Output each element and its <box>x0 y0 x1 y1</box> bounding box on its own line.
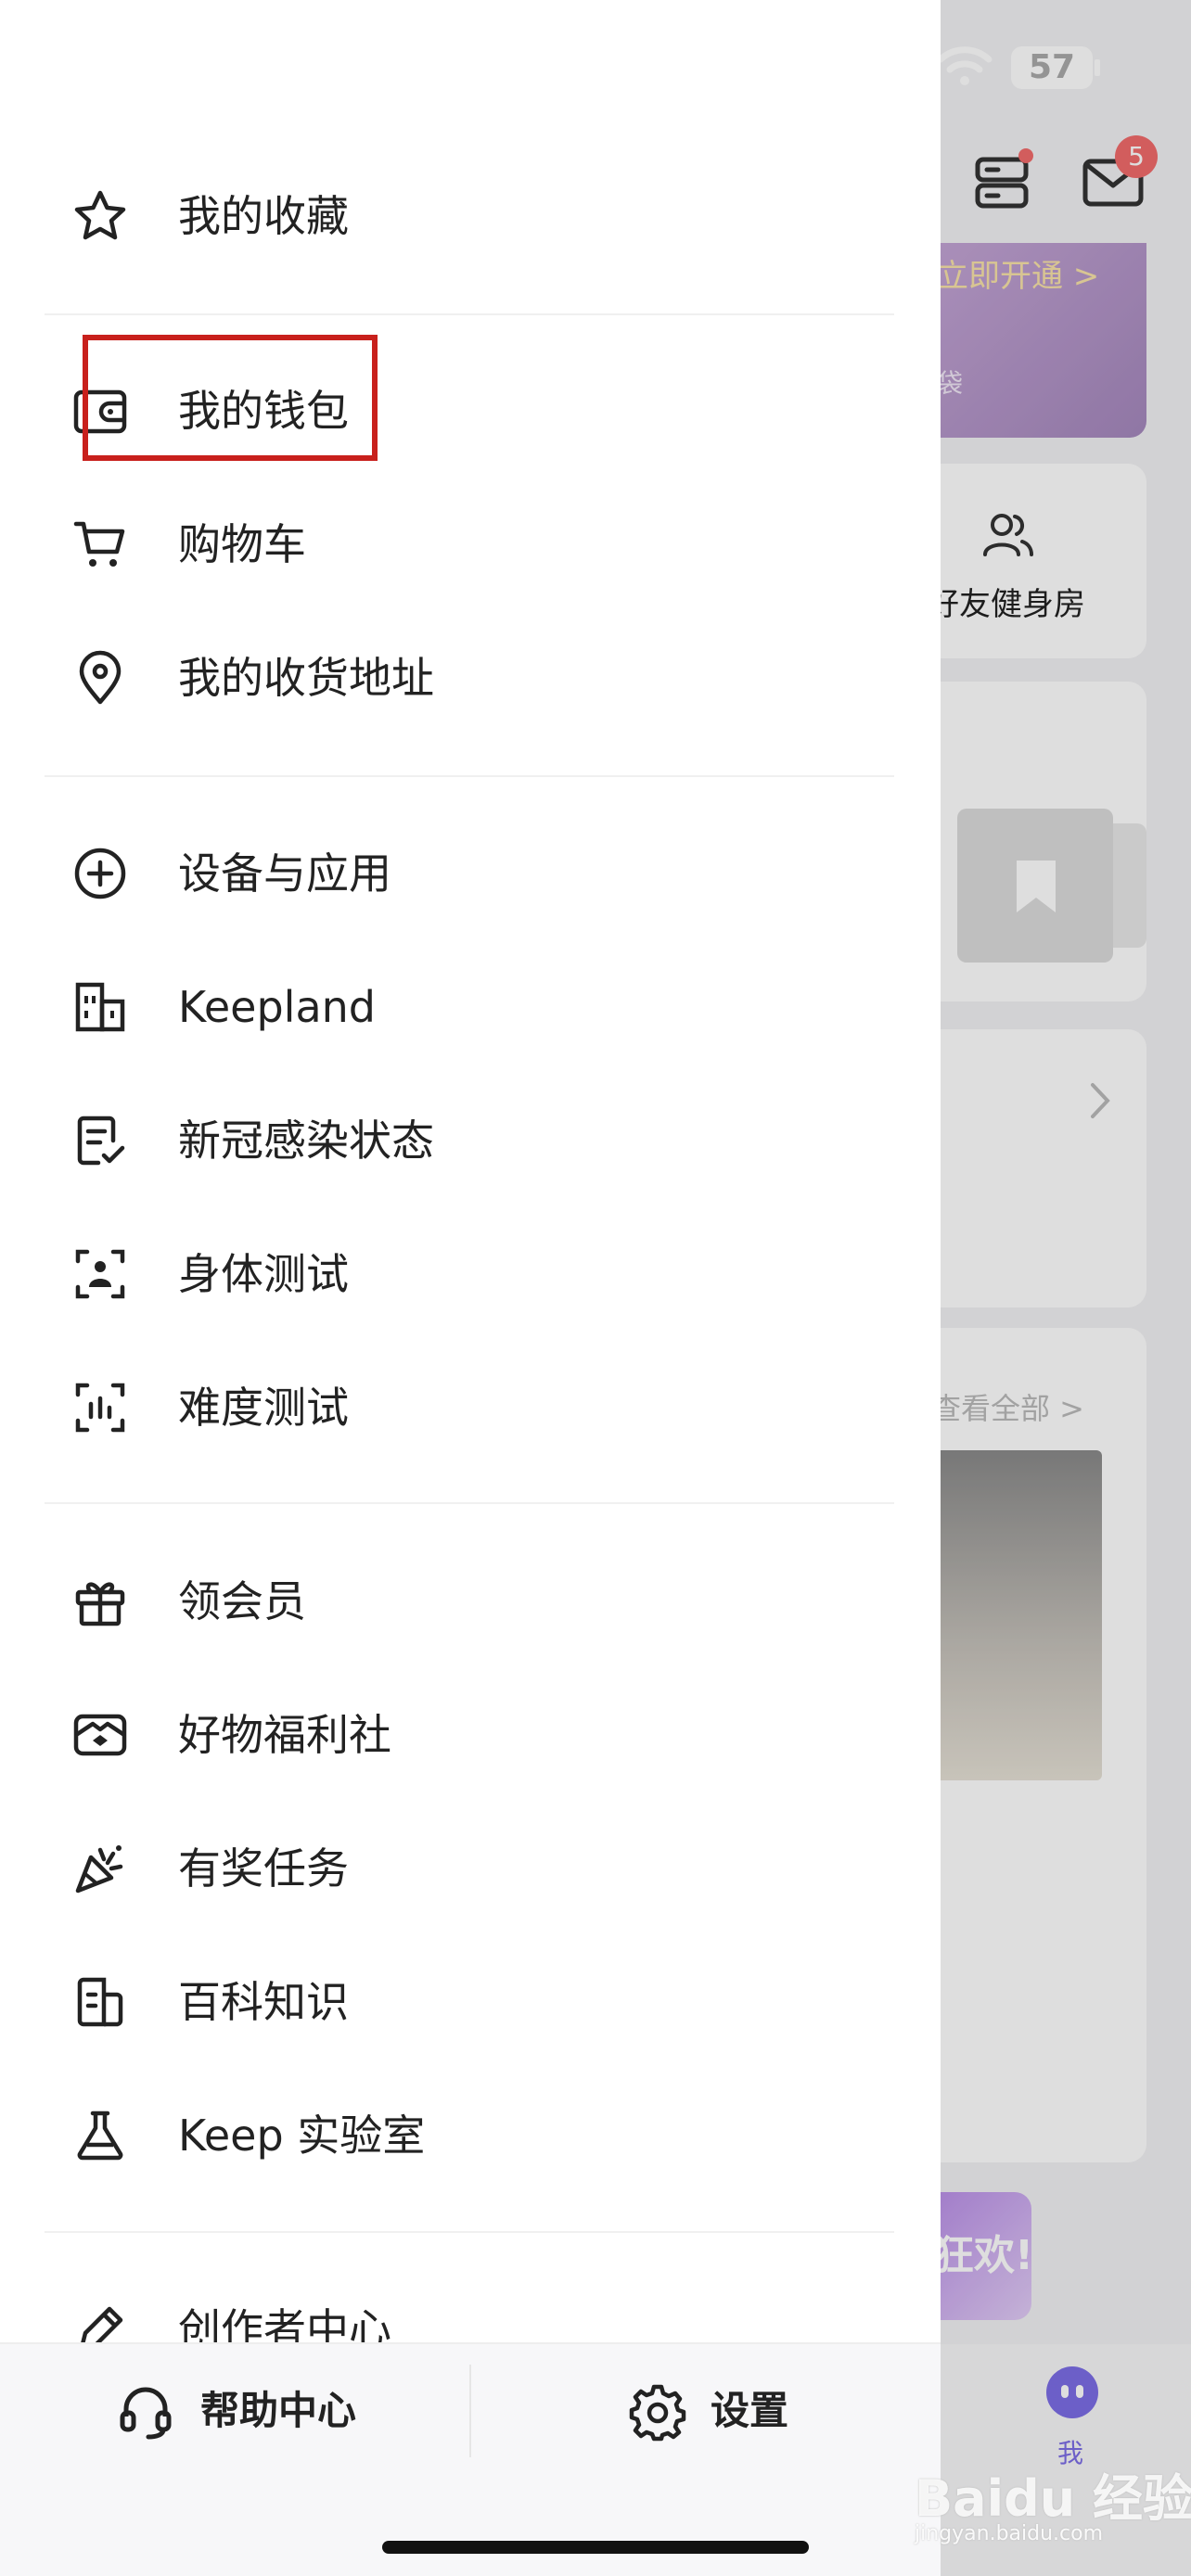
help-center-label: 帮助中心 <box>200 2388 357 2433</box>
divider <box>45 775 894 777</box>
menu-item-label: 身体测试 <box>178 1249 349 1299</box>
ticket-icon <box>73 1714 127 1756</box>
menu-item-difficulty-test[interactable]: 难度测试 <box>0 1352 941 1463</box>
menu-item-label: Keepland <box>178 982 376 1032</box>
encyclopedia-icon <box>77 1977 123 2027</box>
menu-item-reward-tasks[interactable]: 有奖任务 <box>0 1813 941 1924</box>
party-popper-icon <box>75 1845 123 1894</box>
menu-item-body-test[interactable]: 身体测试 <box>0 1218 941 1330</box>
highlight-box <box>83 335 378 461</box>
divider <box>45 313 894 315</box>
menu-item-covid-status[interactable]: 新冠感染状态 <box>0 1085 941 1196</box>
baidu-watermark: Baidu 经验 <box>915 2469 1191 2528</box>
divider <box>45 1502 894 1504</box>
menu-item-label: 设备与应用 <box>178 848 391 899</box>
body-scan-icon <box>75 1249 125 1299</box>
menu-item-label: Keep 实验室 <box>178 2111 426 2161</box>
menu-item-keep-lab[interactable]: Keep 实验室 <box>0 2080 941 2191</box>
menu-item-label: 难度测试 <box>178 1383 349 1433</box>
settings-label: 设置 <box>711 2388 789 2433</box>
difficulty-scan-icon <box>75 1383 125 1433</box>
divider <box>45 2231 894 2233</box>
menu-item-favorites[interactable]: 我的收藏 <box>0 160 941 272</box>
cart-icon <box>73 521 125 567</box>
settings-button[interactable]: 设置 <box>625 2365 811 2457</box>
menu-item-label: 好物福利社 <box>178 1710 391 1760</box>
headset-icon <box>120 2387 172 2440</box>
building-icon <box>75 982 125 1032</box>
menu-item-membership[interactable]: 领会员 <box>0 1546 941 1657</box>
location-pin-icon <box>79 650 122 705</box>
menu-item-label: 我的收藏 <box>178 191 349 241</box>
plus-circle-icon <box>74 848 126 899</box>
home-indicator[interactable] <box>382 2541 809 2554</box>
gear-icon <box>629 2384 686 2442</box>
footer-divider <box>469 2365 471 2457</box>
menu-item-label: 新冠感染状态 <box>178 1116 434 1166</box>
baidu-watermark-url: jingyan.baidu.com <box>915 2522 1104 2545</box>
checklist-icon <box>77 1116 125 1166</box>
menu-item-welfare-shop[interactable]: 好物福利社 <box>0 1679 941 1791</box>
side-drawer: 我的收藏 我的钱包 购物车 我的收货地址 设备与应用 Keepland 新冠感染… <box>0 0 941 2576</box>
menu-item-label: 有奖任务 <box>178 1843 349 1894</box>
menu-item-label: 购物车 <box>178 519 306 569</box>
menu-item-label: 我的收货地址 <box>178 653 434 703</box>
menu-item-devices[interactable]: 设备与应用 <box>0 818 941 929</box>
menu-item-encyclopedia[interactable]: 百科知识 <box>0 1946 941 2058</box>
menu-item-label: 领会员 <box>178 1576 306 1626</box>
help-center-button[interactable]: 帮助中心 <box>111 2365 390 2457</box>
menu-item-keepland[interactable]: Keepland <box>0 951 941 1063</box>
menu-item-cart[interactable]: 购物车 <box>0 489 941 600</box>
flask-icon <box>77 2111 123 2161</box>
menu-item-address[interactable]: 我的收货地址 <box>0 622 941 733</box>
menu-item-label: 百科知识 <box>178 1977 349 2027</box>
gift-icon <box>75 1582 125 1626</box>
star-icon <box>74 190 126 240</box>
